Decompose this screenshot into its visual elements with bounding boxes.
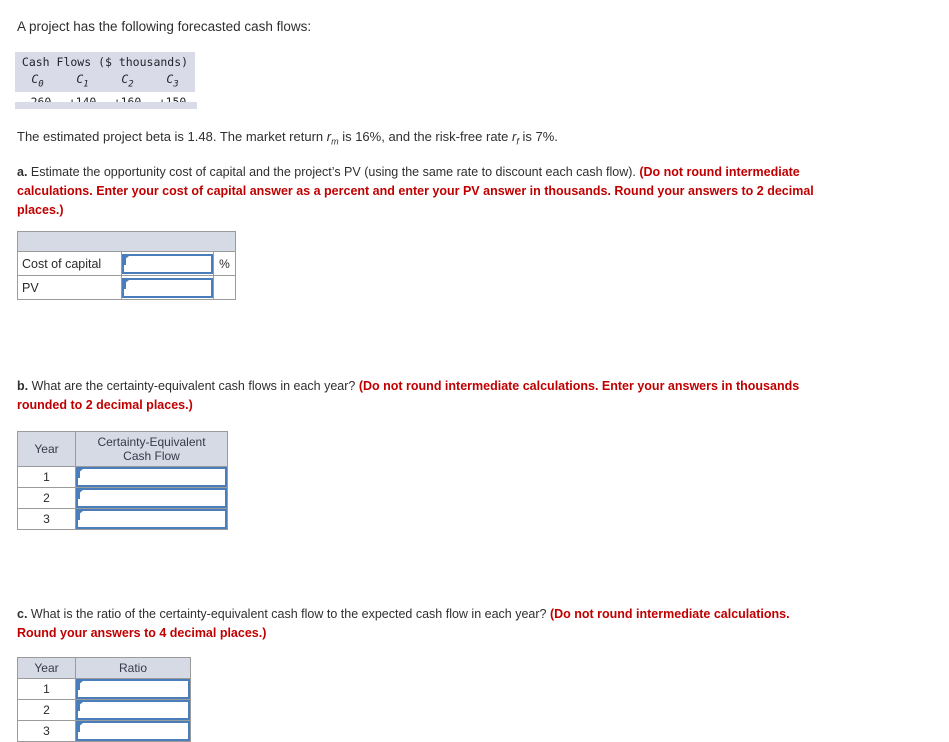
ratio-year-3-input[interactable] (76, 721, 190, 741)
cash-flow-col-c3: C3 (150, 71, 195, 93)
assumptions-suffix: is 7%. (518, 129, 558, 144)
ratio-year-2-input[interactable] (76, 700, 190, 720)
cost-of-capital-input-cell[interactable] (121, 251, 214, 276)
part-b-header-line1: Certainty-Equivalent (97, 435, 206, 449)
part-b-text: What are the certainty-equivalent cash f… (28, 379, 359, 393)
part-a-header-blank (17, 231, 236, 252)
cash-flow-col-c2: C2 (105, 71, 150, 93)
part-b-field-wrap-2 (76, 488, 227, 508)
cef-year-2-input[interactable] (76, 488, 227, 508)
part-b-input-cell-1[interactable] (75, 466, 228, 488)
part-c-year-3: 3 (17, 720, 76, 742)
part-b-year-3: 3 (17, 508, 76, 530)
part-b-header-line2: Cash Flow (123, 449, 180, 463)
assumptions-text: The estimated project beta is 1.48. The … (17, 128, 558, 151)
part-c-text: What is the ratio of the certainty-equiv… (27, 607, 550, 621)
table-row: 1 (17, 466, 228, 488)
pv-input-cell[interactable] (121, 275, 214, 300)
part-c-input-cell-1[interactable] (75, 678, 191, 700)
cash-flow-col-c1: C1 (60, 71, 105, 93)
part-b-field-wrap-3 (76, 509, 227, 529)
question-page: A project has the following forecasted c… (0, 0, 949, 742)
cost-of-capital-label: Cost of capital (17, 251, 122, 276)
part-b-field-wrap-1 (76, 467, 227, 487)
assumptions-prefix: The estimated project beta is 1.48. The … (17, 129, 327, 144)
part-b-input-cell-2[interactable] (75, 487, 228, 509)
part-b-question: b. What are the certainty-equivalent cas… (17, 377, 832, 415)
ratio-year-1-input[interactable] (76, 679, 190, 699)
part-c-field-wrap-3 (76, 721, 190, 741)
table-row: 3 (17, 508, 228, 530)
part-c-label: c. (17, 607, 28, 621)
part-b-header-cef: Certainty-Equivalent Cash Flow (75, 431, 228, 467)
cash-flows-header-row: C0 C1 C2 C3 (15, 71, 195, 93)
assumptions-middle: is 16%, and the risk-free rate (338, 129, 513, 144)
table-row: 2 (17, 487, 228, 509)
market-return-subscript: m (331, 136, 339, 147)
part-b-label: b. (17, 379, 29, 393)
part-c-year-2: 2 (17, 699, 76, 721)
cash-flows-title: Cash Flows ($ thousands) (15, 52, 195, 71)
part-b-header-year: Year (17, 431, 76, 467)
cef-year-3-input[interactable] (76, 509, 227, 529)
part-a-question: a. Estimate the opportunity cost of capi… (17, 163, 827, 220)
pv-unit (213, 275, 236, 300)
pv-field-wrap (122, 277, 213, 298)
part-c-header-ratio: Ratio (75, 657, 191, 679)
part-b-input-cell-3[interactable] (75, 508, 228, 530)
table-row: 1 (17, 678, 191, 700)
part-a-text: Estimate the opportunity cost of capital… (27, 165, 640, 179)
part-a-header-row (17, 231, 236, 252)
cost-of-capital-field-wrap (122, 253, 213, 274)
cost-of-capital-input[interactable] (122, 253, 213, 274)
table-row: 3 (17, 720, 191, 742)
cost-of-capital-unit: % (213, 251, 236, 276)
pv-label: PV (17, 275, 122, 300)
part-b-year-1: 1 (17, 466, 76, 488)
part-c-field-wrap-1 (76, 679, 190, 699)
part-a-label: a. (17, 165, 28, 179)
table-row: Cost of capital % (17, 251, 236, 276)
cef-year-1-input[interactable] (76, 467, 227, 487)
cash-flow-col-c0: C0 (15, 71, 60, 93)
cash-flows-footer-bar (15, 102, 197, 109)
intro-text: A project has the following forecasted c… (17, 19, 312, 34)
part-c-input-cell-2[interactable] (75, 699, 191, 721)
table-row: 2 (17, 699, 191, 721)
part-c-header-row: Year Ratio (17, 657, 191, 679)
part-c-input-cell-3[interactable] (75, 720, 191, 742)
cash-flows-title-row: Cash Flows ($ thousands) (15, 52, 195, 71)
part-a-answer-table: Cost of capital % PV (17, 231, 236, 300)
part-c-year-1: 1 (17, 678, 76, 700)
table-row: PV (17, 275, 236, 300)
part-c-answer-table: Year Ratio 1 2 3 (17, 657, 191, 742)
pv-input[interactable] (122, 277, 213, 298)
part-b-answer-table: Year Certainty-Equivalent Cash Flow 1 2 (17, 431, 228, 530)
part-c-question: c. What is the ratio of the certainty-eq… (17, 605, 817, 643)
part-b-header-row: Year Certainty-Equivalent Cash Flow (17, 431, 228, 467)
part-c-header-year: Year (17, 657, 76, 679)
part-b-year-2: 2 (17, 487, 76, 509)
part-c-field-wrap-2 (76, 700, 190, 720)
